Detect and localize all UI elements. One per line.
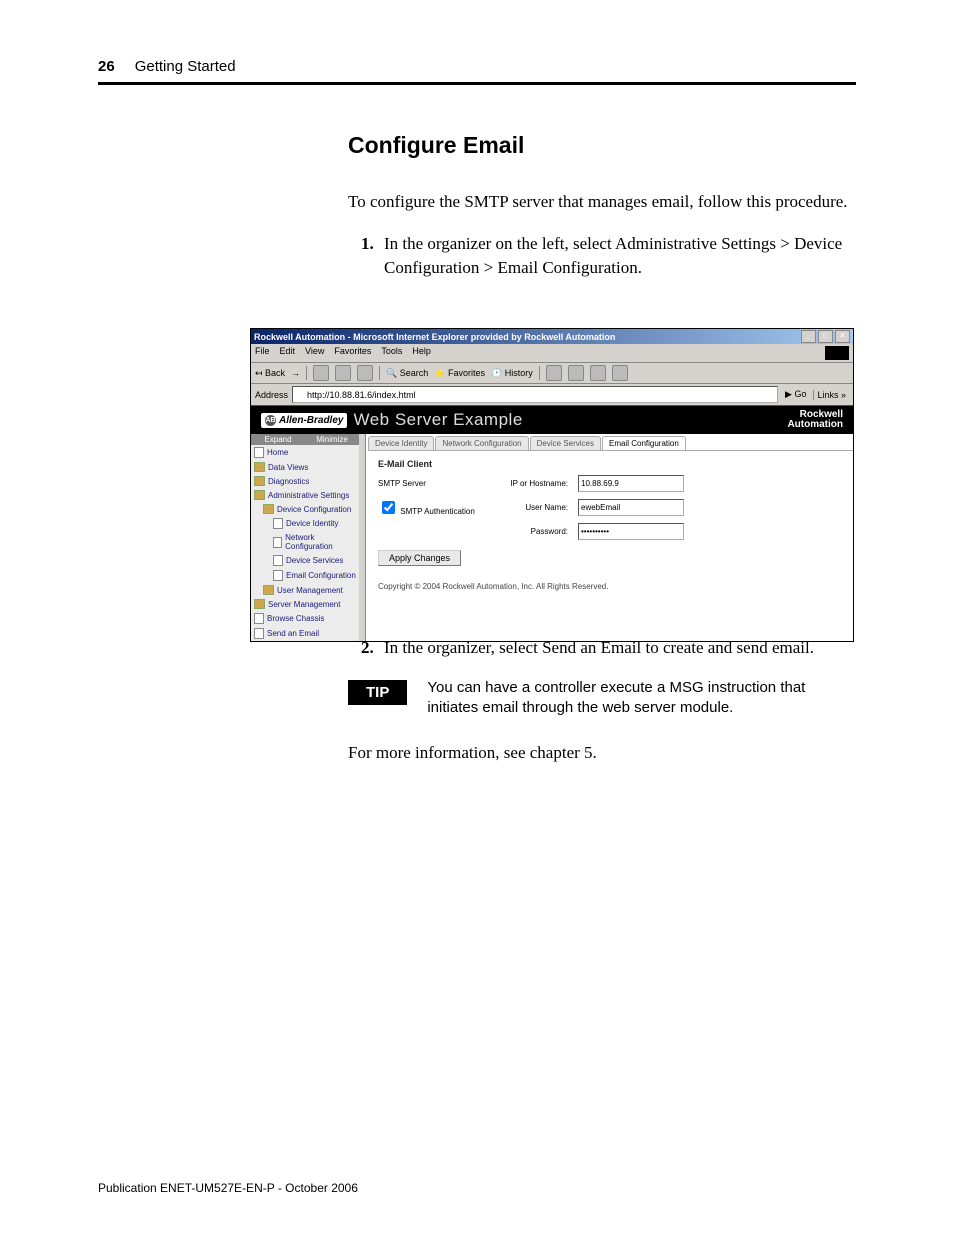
organizer-sidebar: Expand Minimize Home Data Views Diagnost…: [251, 434, 359, 641]
nav-device-services[interactable]: Device Services: [251, 553, 359, 568]
page-icon: [273, 570, 283, 581]
smtp-auth-label: SMTP Authentication: [378, 498, 488, 517]
window-title: Rockwell Automation - Microsoft Internet…: [254, 332, 615, 342]
discuss-icon[interactable]: [612, 365, 628, 381]
nav-diagnostics[interactable]: Diagnostics: [251, 474, 359, 488]
menu-bar: File Edit View Favorites Tools Help: [251, 344, 853, 363]
address-label: Address: [255, 390, 288, 400]
article-intro: To configure the SMTP server that manage…: [348, 191, 856, 214]
nav-device-identity[interactable]: Device Identity: [251, 516, 359, 531]
closing-text: For more information, see chapter 5.: [348, 742, 856, 765]
apply-changes-button[interactable]: Apply Changes: [378, 550, 461, 566]
folder-icon: [254, 490, 265, 500]
password-field[interactable]: [578, 523, 684, 540]
page-icon: [254, 628, 264, 639]
page-number: 26: [98, 58, 115, 75]
menu-favorites[interactable]: Favorites: [334, 346, 371, 360]
edit-icon[interactable]: [590, 365, 606, 381]
address-bar: Address ▶ Go Links »: [251, 384, 853, 406]
page-icon: [254, 613, 264, 624]
site-title: Web Server Example: [353, 410, 522, 430]
maximize-button[interactable]: □: [818, 330, 833, 343]
section-name: Getting Started: [135, 58, 236, 75]
go-button[interactable]: ▶ Go: [782, 389, 809, 400]
nav-email-config[interactable]: Email Configuration: [251, 568, 359, 583]
step-2: In the organizer, select Send an Email t…: [378, 636, 856, 660]
nav-server-management[interactable]: Server Management: [251, 597, 359, 611]
tab-device-services[interactable]: Device Services: [530, 436, 601, 450]
password-label: Password:: [498, 527, 568, 536]
page-icon: [273, 518, 283, 529]
allen-bradley-logo: AB Allen-Bradley: [261, 413, 347, 428]
nav-device-config[interactable]: Device Configuration: [251, 502, 359, 516]
url-field[interactable]: [292, 386, 778, 403]
toolbar: ↤ Back → 🔍 Search ⭐ Favorites 🕑 History: [251, 363, 853, 384]
ab-circle-icon: AB: [265, 415, 276, 426]
expand-button[interactable]: Expand: [251, 434, 305, 445]
history-button[interactable]: 🕑 History: [491, 368, 533, 379]
refresh-icon[interactable]: [335, 365, 351, 381]
links-button[interactable]: Links »: [813, 390, 849, 400]
folder-icon: [263, 585, 274, 595]
ip-host-label: IP or Hostname:: [498, 479, 568, 488]
ip-host-field[interactable]: [578, 475, 684, 492]
home-icon[interactable]: [357, 365, 373, 381]
print-icon[interactable]: [568, 365, 584, 381]
smtp-server-label: SMTP Server: [378, 479, 488, 488]
folder-icon: [254, 476, 265, 486]
search-button[interactable]: 🔍 Search: [386, 368, 428, 379]
ie-logo: [825, 346, 849, 360]
folder-icon: [254, 599, 265, 609]
menu-file[interactable]: File: [255, 346, 270, 360]
mail-icon[interactable]: [546, 365, 562, 381]
menu-tools[interactable]: Tools: [381, 346, 402, 360]
publication-footer: Publication ENET-UM527E-EN-P - October 2…: [98, 1181, 358, 1195]
menu-view[interactable]: View: [305, 346, 324, 360]
nav-home[interactable]: Home: [251, 445, 359, 460]
tip-badge: TIP: [348, 680, 407, 705]
menu-edit[interactable]: Edit: [280, 346, 296, 360]
stop-icon[interactable]: [313, 365, 329, 381]
nav-network-config[interactable]: Network Configuration: [251, 531, 359, 553]
nav-user-management[interactable]: User Management: [251, 583, 359, 597]
browser-window: Rockwell Automation - Microsoft Internet…: [250, 328, 854, 642]
header-rule: [98, 82, 856, 85]
menu-help[interactable]: Help: [412, 346, 431, 360]
tab-network-config[interactable]: Network Configuration: [435, 436, 528, 450]
panel-copyright: Copyright © 2004 Rockwell Automation, In…: [378, 582, 841, 591]
forward-button[interactable]: →: [291, 368, 300, 378]
close-button[interactable]: ×: [835, 330, 850, 343]
back-button[interactable]: ↤ Back: [255, 368, 285, 379]
page-icon: [273, 537, 282, 548]
folder-icon: [263, 504, 274, 514]
minimize-button-sidebar[interactable]: Minimize: [305, 434, 359, 445]
smtp-auth-checkbox[interactable]: [382, 501, 395, 514]
tab-device-identity[interactable]: Device Identity: [368, 436, 434, 450]
tab-strip: Device Identity Network Configuration De…: [368, 436, 853, 451]
site-banner: AB Allen-Bradley Web Server Example Rock…: [251, 406, 853, 434]
article-title: Configure Email: [348, 132, 856, 159]
tip-callout: TIP You can have a controller execute a …: [348, 678, 856, 719]
splitter[interactable]: [359, 434, 366, 641]
username-label: User Name:: [498, 503, 568, 512]
favorites-button[interactable]: ⭐ Favorites: [434, 368, 485, 379]
tab-email-config[interactable]: Email Configuration: [602, 436, 686, 450]
panel-header: E-Mail Client: [378, 459, 432, 469]
rockwell-automation-logo: Rockwell Automation: [787, 410, 843, 430]
username-field[interactable]: [578, 499, 684, 516]
tip-text: You can have a controller execute a MSG …: [427, 678, 856, 719]
page-icon: [273, 555, 283, 566]
titlebar: Rockwell Automation - Microsoft Internet…: [251, 329, 853, 344]
minimize-button[interactable]: _: [801, 330, 816, 343]
step-1: In the organizer on the left, select Adm…: [378, 232, 856, 280]
nav-data-views[interactable]: Data Views: [251, 460, 359, 474]
nav-admin-settings[interactable]: Administrative Settings: [251, 488, 359, 502]
nav-send-email[interactable]: Send an Email: [251, 626, 359, 641]
folder-icon: [254, 462, 265, 472]
nav-browse-chassis[interactable]: Browse Chassis: [251, 611, 359, 626]
page-icon: [254, 447, 264, 458]
email-config-panel: E-Mail Client SMTP Server IP or Hostname…: [366, 451, 853, 599]
